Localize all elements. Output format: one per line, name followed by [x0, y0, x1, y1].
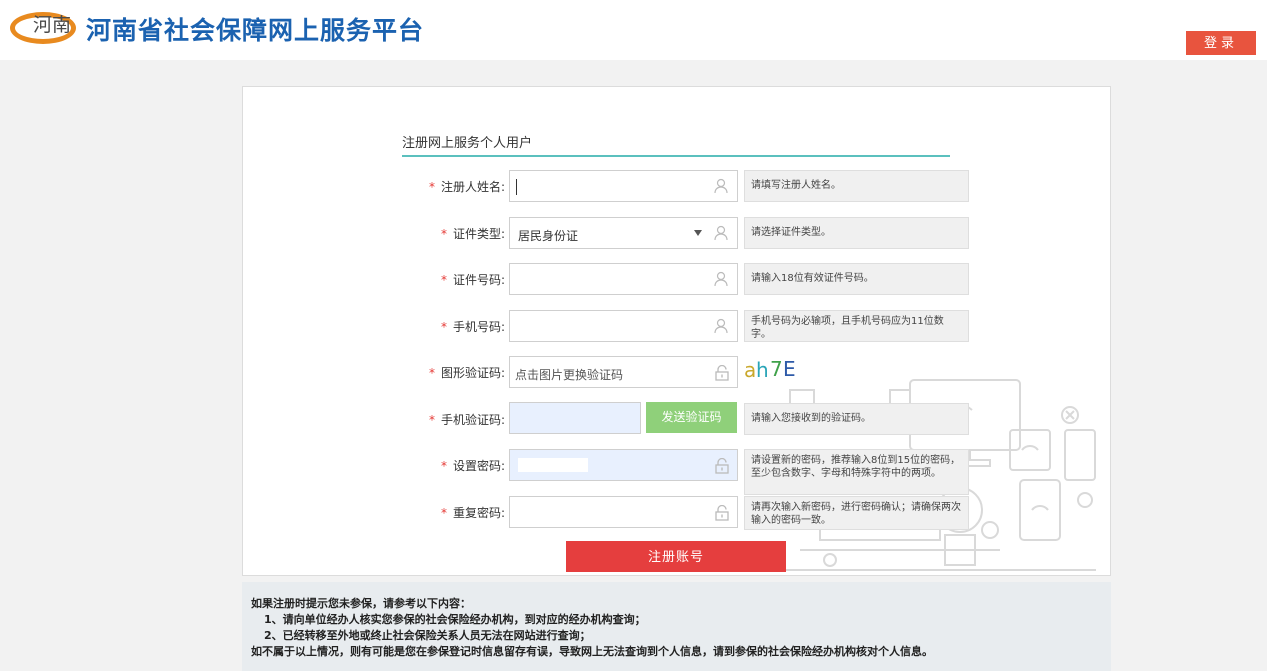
repwd-label: * 重复密码: — [355, 504, 505, 521]
sms-code-input[interactable] — [509, 402, 641, 434]
name-tip: 请填写注册人姓名。 — [744, 170, 969, 202]
password-mask — [518, 458, 588, 472]
name-label: * 注册人姓名: — [355, 178, 505, 195]
page-header: 河南 河南省社会保障网上服务平台 登录 — [0, 0, 1267, 60]
user-icon — [714, 271, 728, 287]
idtype-label: * 证件类型: — [355, 225, 505, 242]
captcha-placeholder: 点击图片更换验证码 — [515, 368, 624, 382]
phone-label-text: 手机号码: — [452, 320, 505, 334]
notice-panel: 如果注册时提示您未参保，请参考以下内容： 1、请向单位经办人核实您参保的社会保险… — [242, 582, 1111, 671]
captcha-char: 7 — [770, 357, 783, 381]
phone-input[interactable] — [509, 310, 738, 342]
idtype-label-text: 证件类型: — [452, 227, 505, 241]
captcha-label: * 图形验证码: — [355, 364, 505, 381]
captcha-label-text: 图形验证码: — [440, 366, 505, 380]
logo-text: 河南 — [33, 14, 72, 36]
sms-label-text: 手机验证码: — [440, 413, 505, 427]
idno-label-text: 证件号码: — [452, 273, 505, 287]
captcha-input[interactable]: 点击图片更换验证码 — [509, 356, 738, 388]
idno-input[interactable] — [509, 263, 738, 295]
user-icon — [714, 225, 728, 241]
idtype-tip: 请选择证件类型。 — [744, 217, 969, 249]
user-icon — [714, 178, 728, 194]
notice-item: 1、请向单位经办人核实您参保的社会保险经办机构，到对应的经办机构查询； — [264, 613, 646, 626]
captcha-char: E — [783, 357, 796, 381]
site-title: 河南省社会保障网上服务平台 — [86, 16, 425, 45]
required-mark: * — [428, 413, 435, 427]
required-mark: * — [428, 366, 435, 380]
phone-tip: 手机号码为必输项，且手机号码应为11位数字。 — [744, 310, 969, 342]
caret-down-icon — [694, 230, 702, 236]
login-button[interactable]: 登录 — [1186, 31, 1256, 55]
required-mark: * — [440, 227, 447, 241]
notice-heading: 如果注册时提示您未参保，请参考以下内容： — [251, 597, 471, 610]
send-sms-button[interactable]: 发送验证码 — [646, 402, 737, 433]
password-input[interactable] — [509, 449, 738, 481]
pwd-label: * 设置密码: — [355, 457, 505, 474]
phone-label: * 手机号码: — [355, 318, 505, 335]
lock-icon — [715, 505, 729, 521]
repeat-password-input[interactable] — [509, 496, 738, 528]
lock-icon — [715, 458, 729, 474]
idtype-select[interactable]: 居民身份证 — [509, 217, 738, 249]
repwd-tip: 请再次输入新密码，进行密码确认；请确保两次输入的密码一致。 — [744, 496, 969, 530]
idno-tip: 请输入18位有效证件号码。 — [744, 263, 969, 295]
sms-label: * 手机验证码: — [355, 411, 505, 428]
required-mark: * — [440, 506, 447, 520]
user-icon — [714, 318, 728, 334]
form-title-divider — [402, 155, 950, 157]
text-caret — [516, 179, 517, 195]
repwd-label-text: 重复密码: — [452, 506, 505, 520]
captcha-image[interactable]: a h 7 E — [744, 357, 804, 383]
required-mark: * — [428, 180, 435, 194]
notice-item: 2、已经转移至外地或终止社会保险关系人员无法在网站进行查询； — [264, 629, 591, 642]
register-submit-button[interactable]: 注册账号 — [566, 541, 786, 572]
pwd-tip: 请设置新的密码，推荐输入8位到15位的密码，至少包含数字、字母和特殊字符中的两项… — [744, 449, 969, 495]
lock-icon — [715, 365, 729, 381]
idno-label: * 证件号码: — [355, 271, 505, 288]
notice-footer: 如不属于以上情况，则有可能是您在参保登记时信息留存有误，导致网上无法查询到个人信… — [251, 645, 933, 658]
idtype-value: 居民身份证 — [518, 229, 579, 243]
required-mark: * — [440, 320, 447, 334]
required-mark: * — [440, 273, 447, 287]
captcha-char: h — [756, 358, 769, 382]
pwd-label-text: 设置密码: — [452, 459, 505, 473]
name-input[interactable] — [509, 170, 738, 202]
required-mark: * — [440, 459, 447, 473]
form-title: 注册网上服务个人用户 — [402, 136, 533, 151]
captcha-char: a — [744, 358, 756, 382]
sms-tip: 请输入您接收到的验证码。 — [744, 403, 969, 435]
name-label-text: 注册人姓名: — [440, 180, 505, 194]
